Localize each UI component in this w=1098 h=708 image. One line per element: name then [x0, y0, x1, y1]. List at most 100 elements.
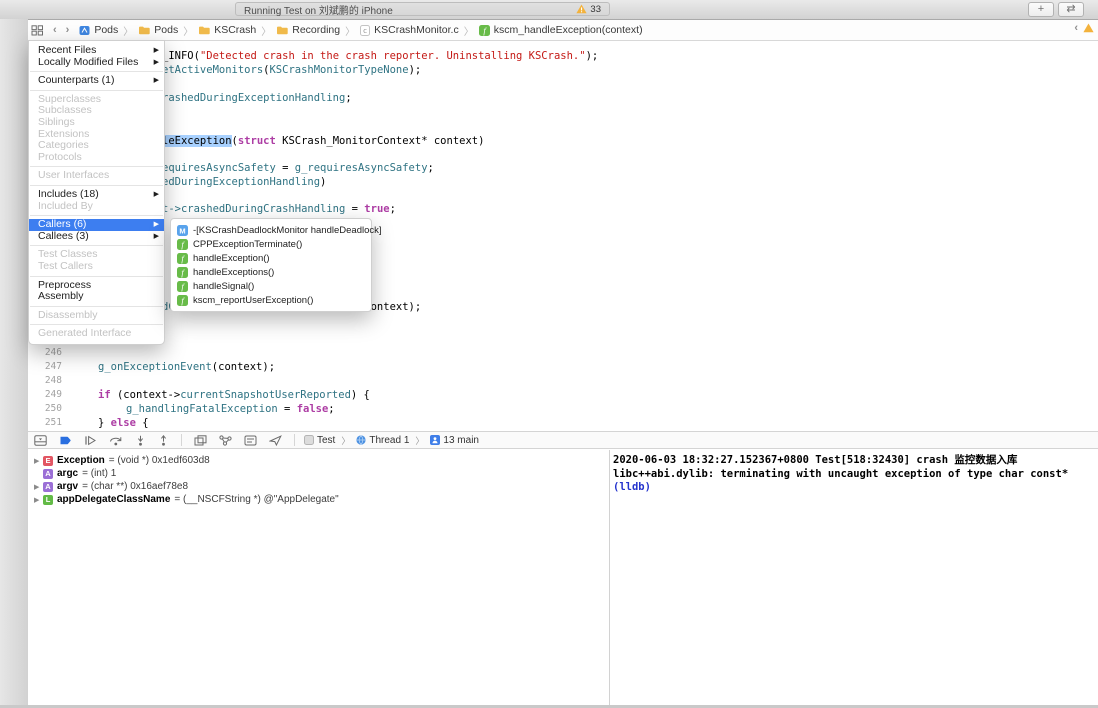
submenu-item-kscrashdeadlockmonitor-handledeadlock[interactable]: M-[KSCrashDeadlockMonitor handleDeadlock…	[171, 223, 371, 237]
submenu-arrow-icon: ▶	[154, 75, 159, 87]
console-log-line: libc++abi.dylib: terminating with uncaug…	[613, 468, 1098, 482]
debug-bar: Test〉Thread 1〉13 main	[28, 431, 1098, 449]
code-token: _INFO(	[162, 50, 200, 62]
continue-button[interactable]	[84, 435, 97, 446]
hide-debug-button[interactable]	[34, 435, 47, 446]
view-hierarchy-icon	[194, 435, 207, 446]
debug-crumb-13-main[interactable]: 13 main	[430, 435, 479, 446]
menu-item-assembly[interactable]: Assembly	[29, 291, 164, 303]
debug-crumb-thread-1[interactable]: Thread 1	[356, 435, 409, 446]
breadcrumb-label: kscm_handleException(context)	[494, 24, 643, 36]
code-token: =	[345, 203, 364, 215]
swap-editor-button[interactable]: ⇄	[1058, 2, 1084, 17]
menu-separator	[30, 185, 163, 186]
forward-button[interactable]: ›	[66, 24, 70, 36]
code-line: edDuringExceptionHandling)	[162, 176, 326, 189]
breadcrumb-label: Pods	[154, 24, 178, 36]
breadcrumb-item-pods[interactable]: Pods	[79, 24, 118, 36]
menu-separator	[30, 215, 163, 216]
step-into-button[interactable]	[135, 435, 146, 446]
function-icon: f	[177, 295, 188, 306]
location-button[interactable]	[269, 435, 282, 446]
lldb-prompt: (lldb)	[613, 481, 1098, 495]
environment-button[interactable]	[244, 435, 257, 446]
disclosure-triangle-icon[interactable]: ▶	[34, 496, 43, 504]
line-number: 249	[30, 389, 62, 400]
line-number: 246	[30, 347, 62, 358]
debug-console[interactable]: 2020-06-03 18:32:27.152367+0800 Test[518…	[609, 450, 1098, 705]
menu-item-categories: Categories	[29, 140, 164, 152]
code-line: leException(struct KSCrash_MonitorContex…	[162, 135, 484, 148]
menu-item-includes-18-[interactable]: Includes (18)▶	[29, 189, 164, 201]
menu-separator	[30, 166, 163, 167]
line-number: 251	[30, 417, 62, 428]
menu-separator	[30, 324, 163, 325]
console-log-line: 2020-06-03 18:32:27.152367+0800 Test[518…	[613, 454, 1098, 468]
folder-icon	[138, 25, 150, 35]
debug-crumb-test[interactable]: Test	[304, 435, 335, 446]
debugbar-separator	[181, 434, 182, 446]
menu-item-siblings: Siblings	[29, 117, 164, 129]
variable-row-appdelegateclassname[interactable]: ▶LappDelegateClassName= (__NSCFString *)…	[34, 493, 608, 506]
breadcrumb-item-recording[interactable]: Recording	[276, 24, 340, 36]
breadcrumb-separator: 〉	[183, 23, 193, 38]
variable-value: = (__NSCFString *) @"AppDelegate"	[174, 494, 338, 505]
submenu-item-cppexceptionterminate[interactable]: fCPPExceptionTerminate()	[171, 237, 371, 251]
menu-separator	[30, 90, 163, 91]
variable-name: argv	[57, 481, 78, 492]
step-out-button[interactable]	[158, 435, 169, 446]
submenu-arrow-icon: ▶	[154, 189, 159, 201]
code-token: false	[297, 403, 329, 415]
code-token: )	[320, 176, 326, 188]
breadcrumb-item-kscrashmonitor-c[interactable]: cKSCrashMonitor.c	[360, 24, 459, 36]
submenu-item-kscm-reportuserexception[interactable]: fkscm_reportUserException()	[171, 293, 371, 307]
issue-warning-icon	[1083, 23, 1094, 33]
step-over-button[interactable]	[109, 435, 123, 446]
menu-separator	[30, 306, 163, 307]
related-items-button[interactable]	[31, 25, 44, 36]
submenu-item-handleexception[interactable]: fhandleException()	[171, 251, 371, 265]
code-token: rashedDuringExceptionHandling	[162, 92, 345, 104]
menu-item-counterparts-1-[interactable]: Counterparts (1)▶	[29, 75, 164, 87]
view-hierarchy-button[interactable]	[194, 435, 207, 446]
breakpoints-button[interactable]	[59, 435, 72, 446]
toolbar: Running Test on 刘斌鹏的 iPhone 33 + ⇄	[0, 0, 1098, 20]
location-icon	[269, 435, 282, 446]
breadcrumb-item-kscrash[interactable]: KSCrash	[198, 24, 256, 36]
disclosure-triangle-icon[interactable]: ▶	[34, 457, 43, 465]
back-button[interactable]: ‹	[53, 24, 57, 36]
jumpbar-issue-nav[interactable]: ‹	[1074, 22, 1094, 34]
debugbar-separator	[294, 434, 295, 446]
submenu-arrow-icon: ▶	[154, 45, 159, 57]
menu-item-locally-modified-files[interactable]: Locally Modified Files▶	[29, 57, 164, 69]
add-editor-button[interactable]: +	[1028, 2, 1054, 17]
variables-view: ▶EException= (void *) 0x1edf603d8Aargc= …	[28, 450, 608, 705]
breadcrumb-item-kscm-handleexception-context-[interactable]: fkscm_handleException(context)	[479, 24, 643, 36]
menu-item-callers-6-[interactable]: Callers (6)▶	[29, 219, 164, 231]
code-line: g_handlingFatalException = false;	[126, 403, 335, 416]
code-token: ;	[345, 92, 351, 104]
xcode-window: Running Test on 刘斌鹏的 iPhone 33 + ⇄ ‹ › P…	[0, 0, 1098, 708]
code-token: ;	[428, 162, 434, 174]
submenu-item-handlesignal[interactable]: fhandleSignal()	[171, 279, 371, 293]
variable-row-exception[interactable]: ▶EException= (void *) 0x1edf603d8	[34, 454, 608, 467]
code-token: );	[586, 50, 599, 62]
disclosure-triangle-icon[interactable]: ▶	[34, 483, 43, 491]
breadcrumb-item-pods[interactable]: Pods	[138, 24, 178, 36]
submenu-arrow-icon: ▶	[154, 231, 159, 243]
menu-item-callees-3-[interactable]: Callees (3)▶	[29, 231, 164, 243]
submenu-item-handleexceptions[interactable]: fhandleExceptions()	[171, 265, 371, 279]
line-number: 247	[30, 361, 62, 372]
warning-icon	[576, 4, 587, 14]
menu-item-recent-files[interactable]: Recent Files▶	[29, 45, 164, 57]
breadcrumb-separator: 〉	[464, 23, 474, 38]
issue-back-chevron[interactable]: ‹	[1074, 22, 1078, 34]
debug-crumb-separator: 〉	[415, 434, 424, 447]
breadcrumb-separator: 〉	[261, 23, 271, 38]
warning-badge[interactable]: 33	[576, 4, 601, 15]
memory-graph-button[interactable]	[219, 435, 232, 446]
variable-row-argv[interactable]: ▶Aargv= (char **) 0x16aef78e8	[34, 480, 608, 493]
submenu-item-label: -[KSCrashDeadlockMonitor handleDeadlock]	[193, 225, 382, 236]
variable-row-argc[interactable]: Aargc= (int) 1	[34, 467, 608, 480]
debug-crumb-label: Test	[317, 435, 335, 446]
